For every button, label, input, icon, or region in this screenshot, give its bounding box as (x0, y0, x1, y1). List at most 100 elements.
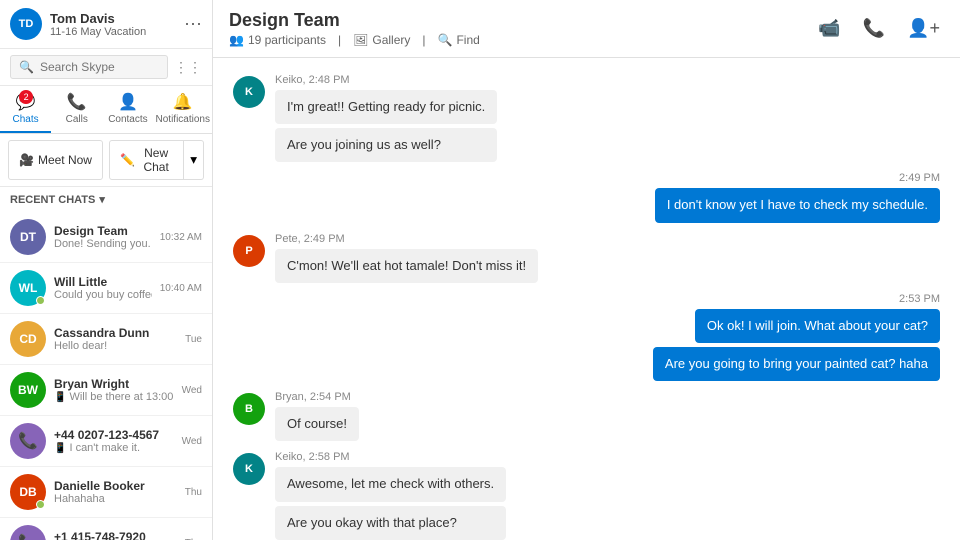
chat-main: Design Team 👥 19 participants | 🖼 Galler… (213, 0, 960, 540)
chat-item-phone-44[interactable]: 📞 +44 0207-123-4567 📱 I can't make it. W… (0, 416, 212, 467)
chat-name: +44 0207-123-4567 (54, 428, 174, 442)
action-buttons: 🎥 Meet Now ✏️ New Chat ▾ (0, 134, 212, 187)
msg-bubble: I'm great!! Getting ready for picnic. (275, 90, 497, 124)
msg-bubble: Awesome, let me check with others. (275, 467, 506, 501)
chat-time: 10:40 AM (160, 283, 202, 294)
msg-time: 2:49 PM (899, 172, 940, 184)
chat-time: Tue (185, 334, 202, 345)
chat-preview: Could you buy coffee for me? (54, 289, 152, 301)
video-call-button[interactable]: 📹 (814, 14, 844, 43)
tab-contacts-label: Contacts (108, 114, 147, 125)
chat-info-will-little: Will Little Could you buy coffee for me? (54, 275, 152, 301)
user-info: TD Tom Davis 11-16 May Vacation (10, 8, 146, 40)
msg-bubble: Are you joining us as well? (275, 128, 497, 162)
tab-chats[interactable]: 💬 Chats 2 (0, 86, 51, 133)
chat-time: Wed (182, 385, 202, 396)
participants-info: 👥 19 participants (229, 33, 326, 47)
chat-name: Cassandra Dunn (54, 326, 177, 340)
tab-contacts[interactable]: 👤 Contacts (102, 86, 153, 133)
chat-name: Bryan Wright (54, 377, 174, 391)
chat-info-bryan-wright: Bryan Wright 📱 Will be there at 13:00 (54, 377, 174, 403)
recent-chats-header[interactable]: RECENT CHATS ▾ (0, 187, 212, 212)
sender-avatar: B (233, 393, 265, 425)
sender-avatar: K (233, 76, 265, 108)
chat-time: Wed (182, 436, 202, 447)
msg-bubble: I don't know yet I have to check my sche… (655, 188, 940, 222)
msg-content: Pete, 2:49 PM C'mon! We'll eat hot tamal… (275, 233, 538, 283)
participants-count: 19 participants (248, 33, 326, 47)
chat-item-bryan-wright[interactable]: BW Bryan Wright 📱 Will be there at 13:00… (0, 365, 212, 416)
msg-meta: Keiko, 2:58 PM (275, 451, 506, 463)
recent-chats-label: RECENT CHATS (10, 194, 95, 206)
chevron-down-icon: ▾ (190, 152, 197, 167)
meet-icon: 🎥 (19, 153, 34, 167)
msg-content: 2:49 PM I don't know yet I have to check… (655, 172, 940, 222)
find-link[interactable]: 🔍 Find (438, 33, 480, 47)
avatar-phone-44: 📞 (10, 423, 46, 459)
tab-calls[interactable]: 📞 Calls (51, 86, 102, 133)
user-details: Tom Davis 11-16 May Vacation (50, 11, 146, 38)
chat-preview: Hello dear! (54, 340, 177, 352)
chat-time: 10:32 AM (160, 232, 202, 243)
contacts-icon: 👤 (118, 92, 138, 112)
message-group: B Bryan, 2:54 PM Of course! (233, 391, 940, 441)
chat-info-phone-44: +44 0207-123-4567 📱 I can't make it. (54, 428, 174, 454)
chat-preview: 📱 Will be there at 13:00 (54, 391, 174, 403)
msg-content: Keiko, 2:48 PM I'm great!! Getting ready… (275, 74, 497, 162)
meet-now-label: Meet Now (38, 153, 92, 167)
search-wrap: 🔍 (10, 55, 168, 79)
msg-meta: Bryan, 2:54 PM (275, 391, 359, 403)
chat-item-will-little[interactable]: WL Will Little Could you buy coffee for … (0, 263, 212, 314)
new-chat-label: New Chat (139, 146, 173, 174)
msg-bubble: Of course! (275, 407, 359, 441)
message-group: K Keiko, 2:48 PM I'm great!! Getting rea… (233, 74, 940, 162)
chat-preview: Done! Sending you. (54, 238, 152, 250)
msg-time: 2:53 PM (899, 293, 940, 305)
chat-item-cassandra-dunn[interactable]: CD Cassandra Dunn Hello dear! Tue (0, 314, 212, 365)
header-actions: 📹 📞 👤+ (814, 14, 944, 43)
avatar-danielle-booker: DB (10, 474, 46, 510)
avatar-bryan-wright: BW (10, 372, 46, 408)
separator: | (338, 33, 341, 47)
chat-list: DT Design Team Done! Sending you. 10:32 … (0, 212, 212, 540)
add-participant-button[interactable]: 👤+ (903, 14, 944, 43)
search-icon: 🔍 (19, 60, 34, 74)
message-group: P Pete, 2:49 PM C'mon! We'll eat hot tam… (233, 233, 940, 283)
recent-chats-chevron: ▾ (99, 193, 105, 206)
chat-name: Design Team (54, 224, 152, 238)
more-options-icon[interactable]: ⋯ (184, 14, 202, 35)
new-chat-dropdown-button[interactable]: ▾ (184, 140, 204, 180)
edit-icon: ✏️ (120, 153, 135, 167)
chat-item-design-team[interactable]: DT Design Team Done! Sending you. 10:32 … (0, 212, 212, 263)
audio-call-button[interactable]: 📞 (859, 14, 889, 43)
avatar-phone-1: 📞 (10, 525, 46, 540)
search-input[interactable] (40, 60, 159, 74)
avatar-design-team: DT (10, 219, 46, 255)
msg-content: 2:53 PM Ok ok! I will join. What about y… (653, 293, 940, 381)
find-label: Find (456, 33, 479, 47)
sidebar: TD Tom Davis 11-16 May Vacation ⋯ 🔍 ⋮⋮ 💬… (0, 0, 213, 540)
chat-header-sub: 👥 19 participants | 🖼 Gallery | 🔍 Find (229, 33, 480, 47)
chat-info-danielle-booker: Danielle Booker Hahahaha (54, 479, 177, 505)
gallery-link[interactable]: 🖼 Gallery (353, 33, 410, 47)
chat-name: Will Little (54, 275, 152, 289)
chat-item-danielle-booker[interactable]: DB Danielle Booker Hahahaha Thu (0, 467, 212, 518)
tab-chats-label: Chats (13, 114, 39, 125)
avatar-will-little: WL (10, 270, 46, 306)
msg-bubble: Ok ok! I will join. What about your cat? (695, 309, 940, 343)
chat-item-phone-1[interactable]: 📞 +1 415-748-7920 📱 Thank you! See ya! T… (0, 518, 212, 540)
participants-icon: 👥 (229, 33, 244, 47)
find-icon: 🔍 (438, 33, 453, 47)
msg-meta: Pete, 2:49 PM (275, 233, 538, 245)
chat-header: Design Team 👥 19 participants | 🖼 Galler… (213, 0, 960, 58)
grid-icon[interactable]: ⋮⋮ (174, 59, 202, 76)
tab-calls-label: Calls (66, 114, 88, 125)
meet-now-button[interactable]: 🎥 Meet Now (8, 140, 103, 180)
new-chat-button[interactable]: ✏️ New Chat (109, 140, 184, 180)
separator2: | (422, 33, 425, 47)
tab-notifications[interactable]: 🔔 Notifications (154, 86, 212, 133)
chat-preview: Hahahaha (54, 493, 177, 505)
msg-bubble: Are you going to bring your painted cat?… (653, 347, 940, 381)
tab-notifications-label: Notifications (156, 114, 210, 125)
chat-info-phone-1: +1 415-748-7920 📱 Thank you! See ya! (54, 530, 177, 540)
